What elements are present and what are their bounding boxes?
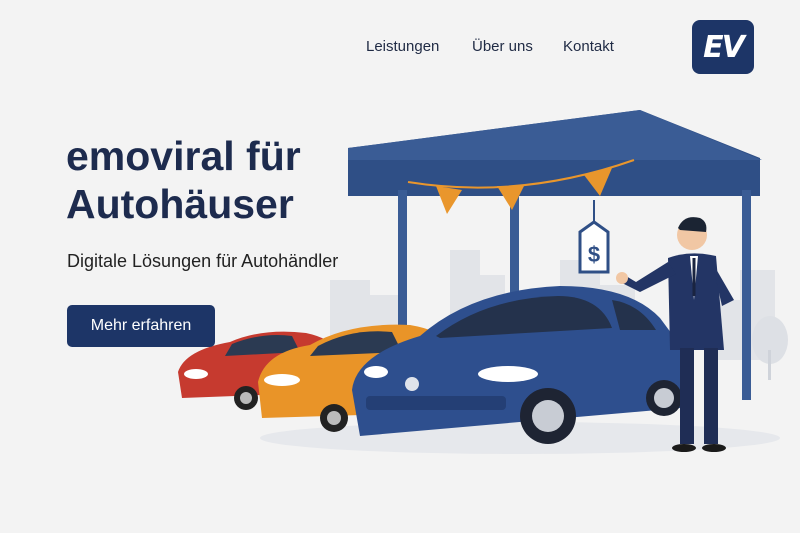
hero-title-line-1: emoviral für bbox=[66, 133, 301, 179]
price-tag-icon: $ bbox=[578, 200, 610, 274]
tree-icon bbox=[752, 316, 788, 380]
hero-subtitle: Digitale Lösungen für Autohändler bbox=[67, 251, 339, 271]
mehr-erfahren-button[interactable]: Mehr erfahren bbox=[67, 305, 215, 347]
price-tag-symbol: $ bbox=[588, 242, 600, 267]
hero-title: emoviral für Autohäuser bbox=[66, 132, 301, 228]
hero-title-line-2: Autohäuser bbox=[66, 181, 294, 227]
